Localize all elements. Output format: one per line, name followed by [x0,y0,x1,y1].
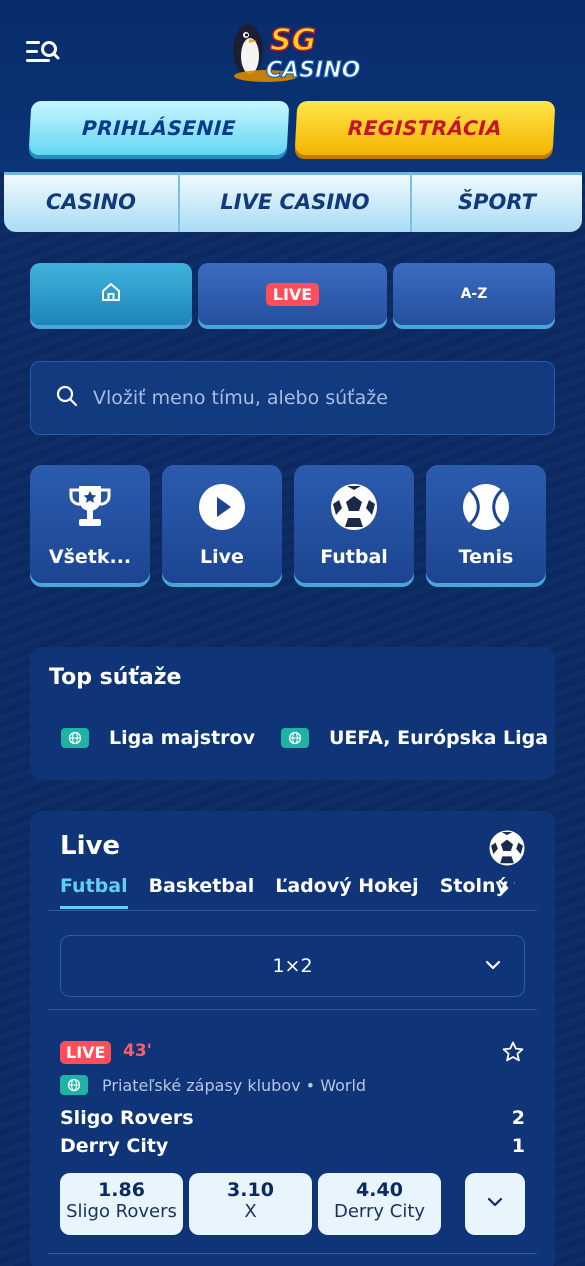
divider [48,910,537,911]
market-select-value: 1×2 [272,955,313,977]
live-filter-button[interactable]: LIVE [198,263,387,325]
odd-name: Sligo Rovers [66,1201,177,1222]
soccer-ball-icon [329,482,379,532]
tennis-ball-icon [461,482,511,532]
sg-casino-logo[interactable]: SG CASINO [226,18,362,84]
tab-ice-hockey[interactable]: Ľadový Hokej [275,875,418,909]
sport-tile-all[interactable]: Všetk... [30,465,150,583]
sport-tile-tennis[interactable]: Tenis [426,465,546,583]
competition-label: UEFA, Európska Liga [329,727,549,749]
sport-tile-label: Všetk... [48,546,132,568]
register-button-label: REGISTRÁCIA [347,116,503,140]
search-bar[interactable] [30,361,555,435]
match-league-label: Priateľské zápasy klubov • World [102,1075,367,1095]
home-score: 2 [511,1107,525,1129]
chevron-down-icon [484,956,502,979]
divider [48,1253,537,1254]
top-competitions-title: Top súťaže [49,665,182,690]
search-icon [55,384,79,412]
sport-tabs: Futbal Basketbal Ľadový Hokej Stolný ten… [60,875,515,909]
market-select[interactable]: 1×2 [60,935,525,997]
sport-tile-label: Tenis [458,546,514,568]
header: SG CASINO PRIHLÁSENIE REGISTRÁCIA [0,0,585,172]
menu-search-icon[interactable] [24,38,60,66]
login-button-label: PRIHLÁSENIE [81,116,237,140]
globe-icon [60,1075,88,1095]
home-team[interactable]: Sligo Rovers [60,1107,194,1129]
match-live-badge: LIVE [60,1041,112,1064]
live-section-title: Live [60,831,121,861]
match-league: Priateľské zápasy klubov • World [60,1075,366,1095]
live-section: Live Futbal Basketbal Ľadový Hokej Stoln… [30,811,555,1266]
away-score: 1 [511,1135,525,1157]
soccer-ball-icon [488,829,526,871]
odd-name: X [244,1201,257,1222]
nav-item-casino[interactable]: CASINO [4,172,180,232]
competition-label: Liga majstrov [109,727,255,749]
away-team[interactable]: Derry City [60,1135,168,1157]
chevron-down-icon [486,1193,504,1215]
logo-text-sg: SG [270,23,316,58]
chevron-right-icon[interactable] [496,877,512,903]
login-button[interactable]: PRIHLÁSENIE [28,101,290,155]
more-odds-button[interactable] [465,1173,525,1235]
divider [48,1009,537,1010]
sport-tile-label: Futbal [320,546,388,568]
trophy-icon [65,482,115,532]
odd-button-home[interactable]: 1.86 Sligo Rovers [60,1173,183,1235]
sport-tile-label: Live [200,546,244,568]
globe-icon [281,728,309,748]
az-label: A-Z [460,286,488,302]
tab-football[interactable]: Futbal [60,875,128,909]
nav-item-live-casino[interactable]: LIVE CASINO [180,172,412,232]
live-badge: LIVE [265,282,320,306]
odd-name: Derry City [333,1201,426,1222]
home-icon [100,281,122,307]
odd-value: 3.10 [227,1179,274,1201]
odd-button-away[interactable]: 4.40 Derry City [318,1173,441,1235]
play-icon [197,482,247,532]
odd-value: 1.86 [98,1179,145,1201]
logo-text-casino: CASINO [266,58,360,83]
favorite-star-icon[interactable] [501,1040,525,1068]
search-input[interactable] [93,387,533,409]
match-minute: 43' [123,1041,152,1061]
register-button[interactable]: REGISTRÁCIA [294,101,556,155]
odd-value: 4.40 [356,1179,403,1201]
sport-tile-football[interactable]: Futbal [294,465,414,583]
globe-icon [61,728,89,748]
home-filter-button[interactable] [30,263,192,325]
top-competitions-card: Top súťaže Liga majstrov UEFA, Európska … [30,647,555,780]
main-nav: CASINO LIVE CASINO ŠPORT [4,172,582,232]
competition-item-europa-league[interactable]: UEFA, Európska Liga [281,727,548,749]
nav-item-sport[interactable]: ŠPORT [412,172,582,232]
odd-button-draw[interactable]: 3.10 X [189,1173,312,1235]
tab-basketball[interactable]: Basketbal [149,875,255,909]
sport-tile-live[interactable]: Live [162,465,282,583]
competition-item-champions-league[interactable]: Liga majstrov [61,727,255,749]
az-filter-button[interactable]: A-Z [393,263,555,325]
